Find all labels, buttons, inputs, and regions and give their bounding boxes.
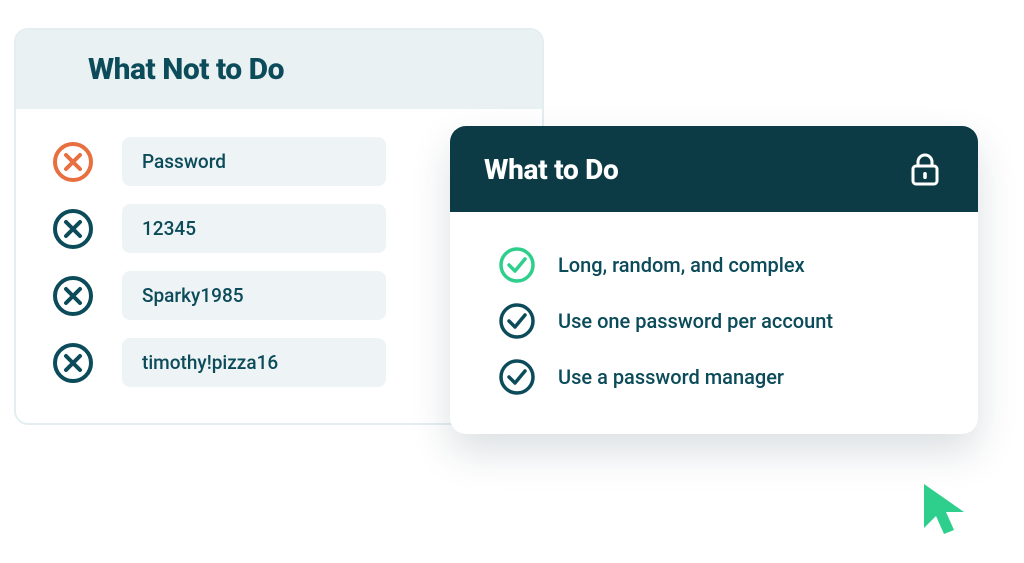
bad-example-row: Sparky1985 [52,271,506,320]
x-circle-icon [52,141,94,183]
check-circle-icon [498,302,536,340]
tip-text: Use a password manager [558,365,784,389]
bad-example-row: timothy!pizza16 [52,338,506,387]
check-circle-icon [498,246,536,284]
good-tip-row: Use a password manager [498,358,942,396]
tip-text: Use one password per account [558,309,833,333]
x-circle-icon [52,342,94,384]
bad-example-row: 12345 [52,204,506,253]
lock-icon [906,150,944,188]
good-tip-row: Long, random, and complex [498,246,942,284]
card-title: What to Do [484,153,618,186]
card-body: Long, random, and complex Use one passwo… [450,212,978,434]
cursor-arrow-icon [920,480,974,540]
check-circle-icon [498,358,536,396]
bad-password-pill: timothy!pizza16 [122,338,386,387]
tip-text: Long, random, and complex [558,253,805,277]
card-title: What Not to Do [88,52,482,87]
bad-password-pill: Password [122,137,386,186]
card-header: What Not to Do [16,30,542,109]
what-to-do-card: What to Do Long, random, and complex Use… [450,126,978,434]
x-circle-icon [52,208,94,250]
x-circle-icon [52,275,94,317]
card-header: What to Do [450,126,978,212]
bad-password-pill: 12345 [122,204,386,253]
bad-example-row: Password [52,137,506,186]
good-tip-row: Use one password per account [498,302,942,340]
bad-password-pill: Sparky1985 [122,271,386,320]
